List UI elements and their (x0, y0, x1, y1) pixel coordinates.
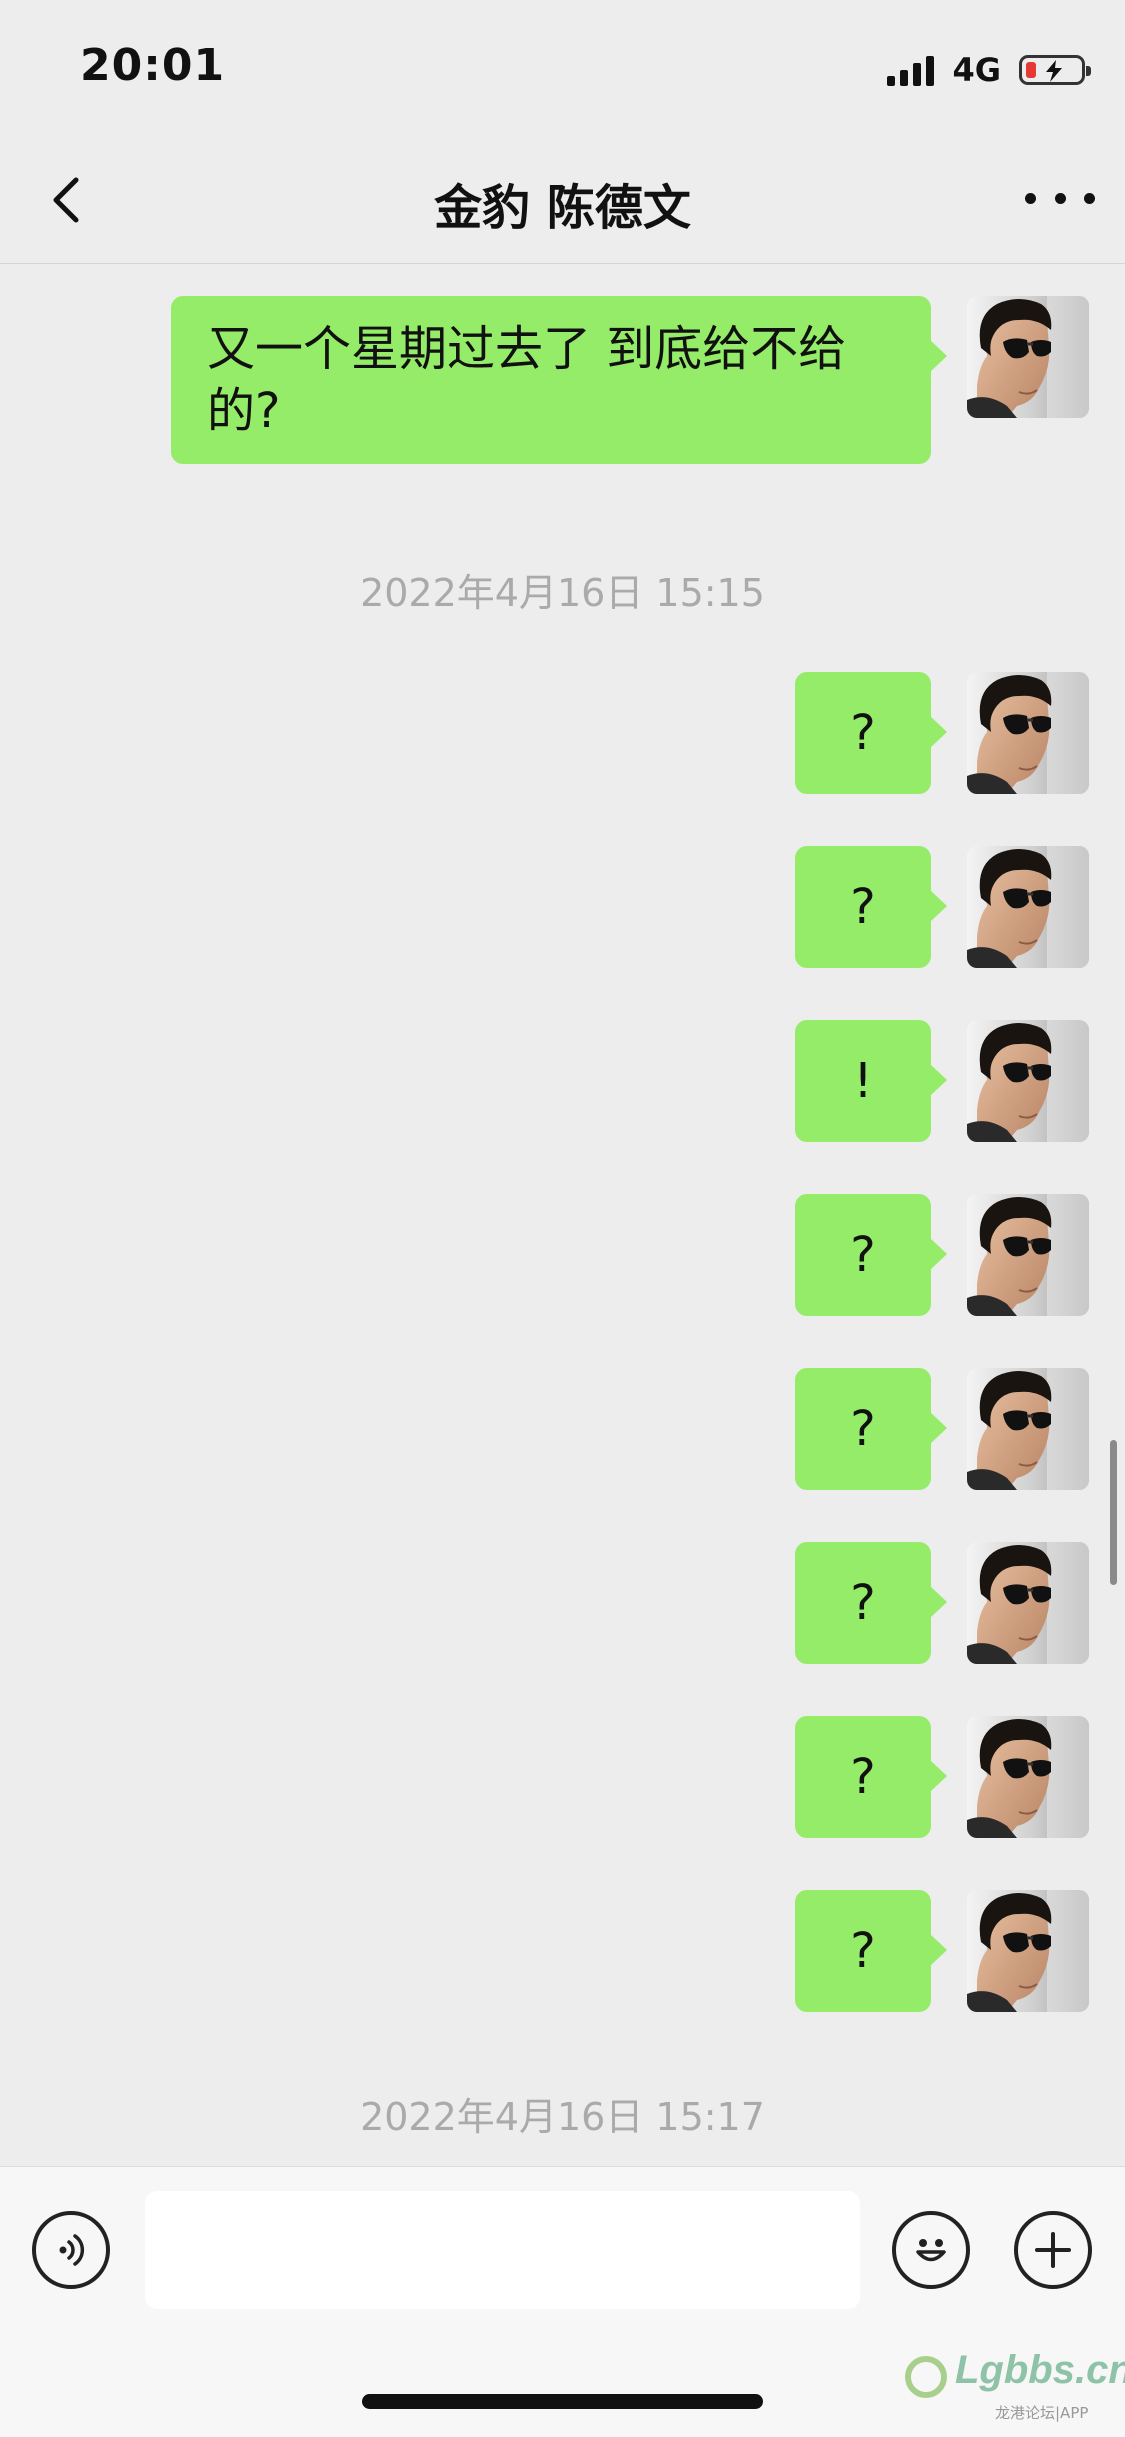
message-bubble[interactable]: ! (795, 1020, 947, 1142)
nav-bar: 金豹 陈德文 (0, 140, 1125, 264)
message-row: ? (795, 846, 1089, 968)
avatar[interactable] (967, 1194, 1089, 1316)
voice-icon[interactable] (32, 2211, 110, 2289)
message-bubble[interactable]: ? (795, 846, 947, 968)
plus-icon[interactable] (1014, 2211, 1092, 2289)
message-bubble[interactable]: ? (795, 1194, 947, 1316)
status-icons: 4G (887, 50, 1091, 90)
avatar[interactable] (967, 1890, 1089, 2012)
status-time: 20:01 (80, 40, 226, 91)
emoji-icon[interactable] (892, 2211, 970, 2289)
chat-title: 金豹 陈德文 (434, 180, 691, 236)
status-bar: 20:01 4G (0, 0, 1125, 140)
avatar[interactable] (967, 1368, 1089, 1490)
message-row: ? (795, 1542, 1089, 1664)
avatar[interactable] (967, 1542, 1089, 1664)
avatar[interactable] (967, 1716, 1089, 1838)
avatar[interactable] (967, 672, 1089, 794)
home-indicator[interactable] (362, 2394, 763, 2409)
message-bubble[interactable]: ? (795, 1716, 947, 1838)
message-row: ? (795, 672, 1089, 794)
message-bubble[interactable]: ? (795, 1890, 947, 2012)
message-row: ? (795, 1890, 1089, 2012)
avatar[interactable] (967, 846, 1089, 968)
message-row: ? (795, 1716, 1089, 1838)
watermark-logo: Lgbbs.cn 龙港论坛|APP (895, 2346, 1125, 2426)
timestamp-label: 2022年4月16日 15:15 (360, 571, 765, 615)
message-row: ? (795, 1368, 1089, 1490)
message-bubble[interactable]: ? (795, 672, 947, 794)
message-bubble[interactable]: 又一个星期过去了 到底给不给的? (171, 296, 947, 464)
message-bubble[interactable]: ? (795, 1368, 947, 1490)
message-row: ? (795, 1194, 1089, 1316)
message-row: 又一个星期过去了 到底给不给的? (171, 296, 1089, 464)
timestamp-label: 2022年4月16日 15:17 (360, 2095, 765, 2139)
signal-icon (887, 54, 935, 86)
battery-icon (1019, 55, 1091, 85)
scrollbar[interactable] (1110, 1440, 1117, 1585)
avatar[interactable] (967, 1020, 1089, 1142)
message-bubble[interactable]: ? (795, 1542, 947, 1664)
message-row: ! (795, 1020, 1089, 1142)
avatar[interactable] (967, 296, 1089, 418)
message-input[interactable] (145, 2191, 860, 2309)
network-type: 4G (952, 51, 1001, 89)
more-dots-icon[interactable] (1025, 178, 1095, 218)
